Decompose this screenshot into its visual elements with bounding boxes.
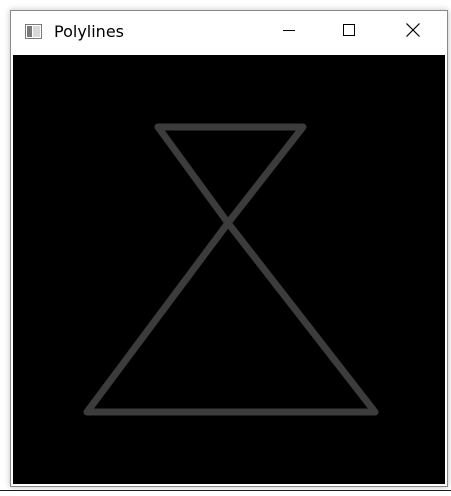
maximize-button[interactable] [326, 11, 371, 53]
canvas-area[interactable] [13, 55, 445, 484]
minimize-button[interactable] [266, 11, 311, 53]
window-bottom-edge [0, 490, 451, 496]
window-title: Polylines [54, 22, 124, 41]
close-button[interactable] [390, 11, 435, 53]
minimize-icon [282, 23, 295, 41]
maximize-icon [342, 23, 355, 41]
upper-triangle-polyline [154, 123, 307, 227]
app-window-icon[interactable] [25, 24, 42, 39]
polylines-canvas [83, 123, 379, 416]
lower-triangle-polyline [83, 219, 379, 416]
app-window: Polylines [10, 10, 448, 487]
title-bar[interactable]: Polylines [11, 11, 447, 53]
close-icon [405, 22, 420, 42]
